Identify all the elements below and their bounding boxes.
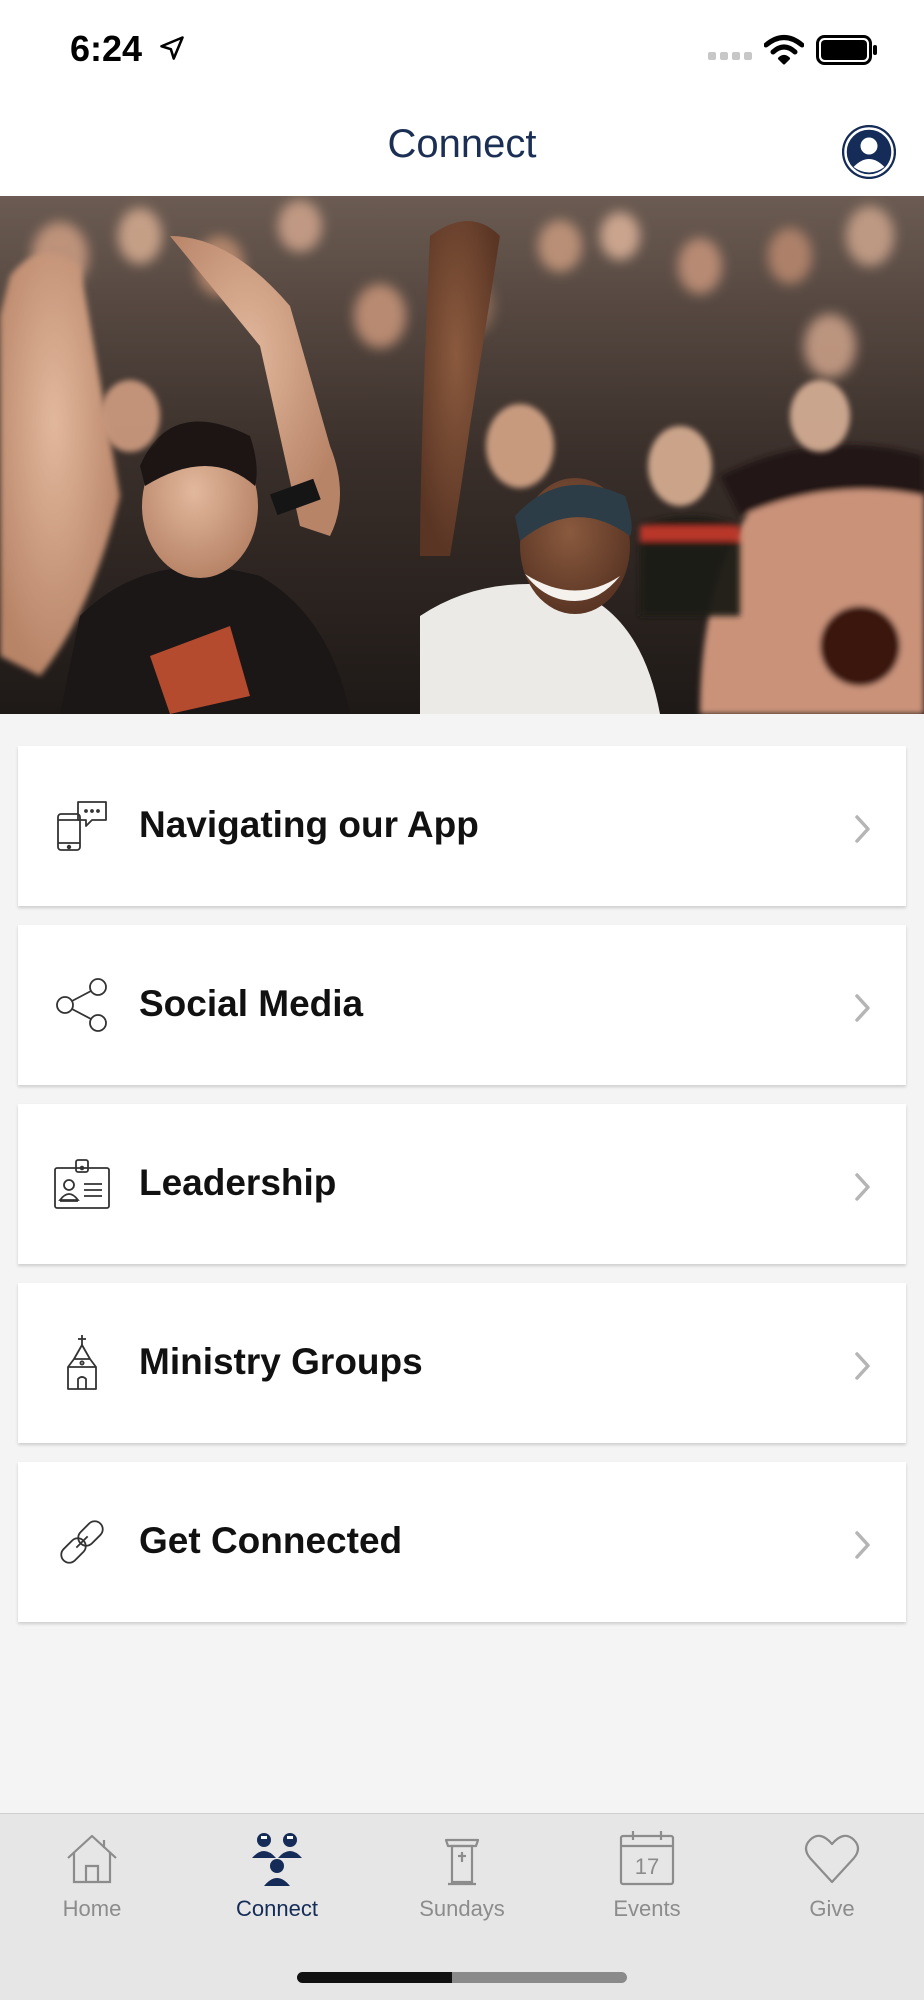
tab-events[interactable]: 17 Events xyxy=(555,1814,739,1944)
calendar-date-text: 17 xyxy=(635,1854,659,1879)
calendar-icon: 17 xyxy=(619,1831,675,1886)
page-title: Connect xyxy=(387,122,537,166)
status-bar: 6:24 xyxy=(0,0,924,100)
phone-chat-icon xyxy=(57,801,107,851)
home-indicator xyxy=(297,1972,627,1983)
menu-item-get-connected[interactable]: Get Connected xyxy=(18,1462,906,1622)
nav-header: Connect xyxy=(0,100,924,196)
menu-item-label: Navigating our App xyxy=(139,804,479,845)
chevron-right-icon xyxy=(855,994,870,1022)
crowd-photo xyxy=(0,196,924,714)
menu-item-social-media[interactable]: Social Media xyxy=(18,925,906,1085)
menu-item-label: Ministry Groups xyxy=(139,1341,423,1382)
status-time: 6:24 xyxy=(70,28,143,69)
menu-item-label: Get Connected xyxy=(139,1520,403,1561)
home-icon xyxy=(67,1834,117,1884)
share-icon xyxy=(56,978,107,1032)
tab-sundays[interactable]: Sundays xyxy=(370,1814,554,1944)
people-icon xyxy=(252,1833,302,1886)
hero-image xyxy=(0,196,924,714)
tab-label: Sundays xyxy=(419,1896,505,1921)
menu-item-ministry-groups[interactable]: Ministry Groups xyxy=(18,1283,906,1443)
menu-item-leadership[interactable]: Leadership xyxy=(18,1104,906,1264)
pulpit-icon xyxy=(444,1838,480,1886)
church-icon xyxy=(67,1335,97,1390)
tab-give[interactable]: Give xyxy=(740,1814,924,1944)
tab-label: Connect xyxy=(236,1896,318,1921)
location-arrow-icon xyxy=(160,36,184,60)
menu-item-label: Leadership xyxy=(139,1162,337,1203)
chevron-right-icon xyxy=(855,815,870,843)
menu-list: Navigating our App Social Media Leadersh… xyxy=(18,746,906,1641)
tab-label: Give xyxy=(809,1896,855,1921)
profile-button[interactable] xyxy=(842,125,896,179)
menu-item-label: Social Media xyxy=(139,983,364,1024)
id-badge-icon xyxy=(54,1159,110,1209)
tab-label: Events xyxy=(613,1896,681,1921)
menu-item-navigating-app[interactable]: Navigating our App xyxy=(18,746,906,906)
tab-connect[interactable]: Connect xyxy=(185,1814,369,1944)
wifi-icon xyxy=(764,35,804,65)
chevron-right-icon xyxy=(855,1352,870,1380)
signal-icon xyxy=(708,52,752,60)
link-icon xyxy=(60,1520,104,1564)
person-circle-icon xyxy=(842,125,896,179)
heart-icon xyxy=(804,1834,860,1884)
tab-label: Home xyxy=(62,1896,122,1921)
chevron-right-icon xyxy=(855,1531,870,1559)
chevron-right-icon xyxy=(855,1173,870,1201)
battery-icon xyxy=(816,35,877,65)
tab-home[interactable]: Home xyxy=(0,1814,184,1944)
